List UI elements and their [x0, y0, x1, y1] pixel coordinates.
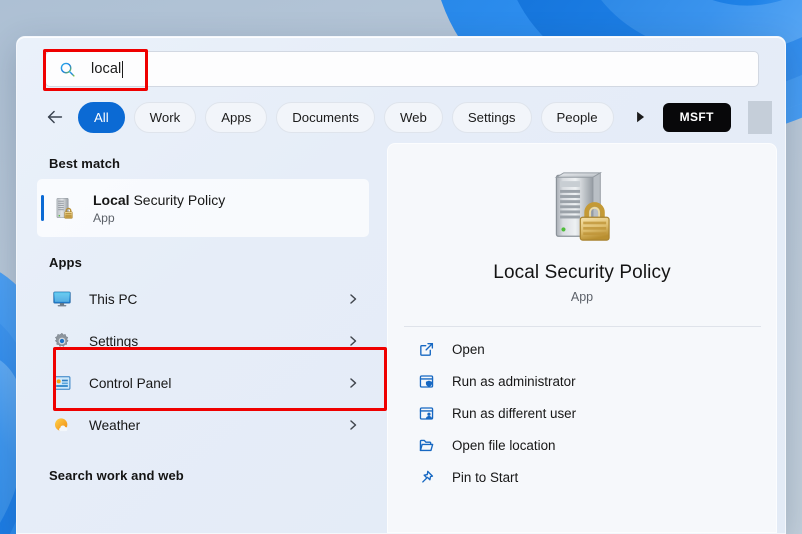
ticker-loading-placeholder — [747, 100, 772, 134]
filter-chip-label: All — [94, 109, 109, 125]
divider — [403, 326, 761, 327]
text-caret — [122, 60, 124, 78]
search-flyout-panel: local All Work Apps Documents Web Settin… — [16, 36, 786, 534]
filter-chip-label: Work — [149, 109, 181, 125]
chevron-right-icon[interactable] — [347, 377, 359, 389]
list-item-settings[interactable]: Settings — [37, 320, 369, 362]
search-box-row: local — [17, 37, 785, 95]
action-label: Pin to Start — [452, 469, 519, 485]
stock-ticker-msft[interactable]: MSFT — [662, 102, 731, 132]
chevron-right-icon[interactable] — [347, 419, 359, 431]
list-item-weather[interactable]: Weather — [37, 404, 369, 446]
action-label: Run as different user — [452, 405, 577, 421]
stock-ticker-label: MSFT — [679, 110, 714, 124]
gear-icon — [51, 330, 73, 352]
action-label: Open file location — [452, 437, 556, 453]
monitor-icon — [51, 288, 73, 310]
action-label: Open — [452, 341, 485, 357]
shield-window-icon — [418, 373, 435, 390]
action-run-as-different-user[interactable]: Run as different user — [404, 397, 760, 429]
wallpaper-petal-right-4 — [633, 0, 802, 25]
folder-icon — [418, 437, 435, 454]
section-header-apps: Apps — [49, 255, 82, 270]
best-match-wrap: Local Security Policy App — [37, 179, 369, 237]
server-lock-icon — [51, 194, 79, 222]
filter-chip-label: Web — [399, 109, 427, 125]
filter-chip-label: Apps — [221, 109, 252, 125]
panel-body: Best match Local Security Policy App App… — [17, 139, 785, 533]
server-lock-icon — [554, 172, 610, 241]
action-label: Run as administrator — [452, 373, 576, 389]
list-item-control-panel[interactable]: Control Panel — [37, 362, 369, 404]
filter-chips-row: All Work Apps Documents Web Settings Peo… — [17, 95, 785, 139]
open-external-icon — [418, 341, 435, 358]
filter-chip-work[interactable]: Work — [133, 101, 197, 133]
search-input-value: local — [91, 61, 122, 77]
desktop-background: local All Work Apps Documents Web Settin… — [0, 0, 802, 534]
section-header-search-work-and-web: Search work and web — [49, 468, 184, 483]
list-item-this-pc[interactable]: This PC — [37, 278, 369, 320]
result-title-match: Local — [93, 191, 130, 208]
control-panel-icon — [51, 372, 73, 394]
search-icon — [60, 62, 75, 77]
selection-accent-bar — [41, 195, 44, 221]
list-item-label: This PC — [89, 291, 138, 307]
chevron-right-icon[interactable] — [347, 335, 359, 347]
result-title-rest: Security Policy — [129, 191, 226, 208]
result-title: Local Security Policy — [93, 191, 225, 209]
filter-chip-label: Documents — [292, 109, 359, 125]
preview-subtitle: App — [570, 290, 594, 304]
preview-column: Local Security Policy App Open Run as ad… — [379, 139, 785, 533]
weather-sun-cloud-icon — [51, 414, 73, 436]
filter-chip-label: Settings — [467, 109, 516, 125]
search-input[interactable]: local — [45, 51, 759, 87]
chevron-right-icon[interactable] — [633, 110, 647, 124]
preview-card: Local Security Policy App Open Run as ad… — [387, 143, 777, 533]
preview-title: Local Security Policy — [493, 262, 671, 283]
results-column: Best match Local Security Policy App App… — [17, 139, 387, 533]
search-input-text-wrap: local — [91, 60, 124, 78]
filter-chip-people[interactable]: People — [540, 101, 614, 133]
list-item-label: Weather — [89, 417, 141, 433]
list-item-label: Control Panel — [89, 375, 172, 391]
filter-chip-settings[interactable]: Settings — [451, 101, 532, 133]
action-open-file-location[interactable]: Open file location — [404, 429, 760, 461]
chevron-right-icon[interactable] — [347, 293, 359, 305]
action-pin-to-start[interactable]: Pin to Start — [404, 461, 760, 493]
pin-icon — [418, 469, 435, 486]
user-window-icon — [418, 405, 435, 422]
back-arrow-icon[interactable] — [44, 106, 66, 128]
filter-chip-all[interactable]: All — [78, 101, 125, 133]
action-run-as-administrator[interactable]: Run as administrator — [404, 365, 760, 397]
filter-chip-apps[interactable]: Apps — [205, 101, 268, 133]
filter-chip-web[interactable]: Web — [383, 101, 443, 133]
list-item-label: Settings — [89, 333, 139, 349]
action-list: Open Run as administrator Run as differe… — [388, 333, 776, 493]
filter-chip-documents[interactable]: Documents — [276, 101, 375, 133]
result-subtitle: App — [93, 210, 115, 225]
action-open[interactable]: Open — [404, 333, 760, 365]
filter-chip-label: People — [556, 109, 598, 125]
section-header-best-match: Best match — [49, 156, 121, 171]
result-text: Local Security Policy App — [93, 191, 225, 226]
result-item-local-security-policy[interactable]: Local Security Policy App — [37, 179, 369, 237]
